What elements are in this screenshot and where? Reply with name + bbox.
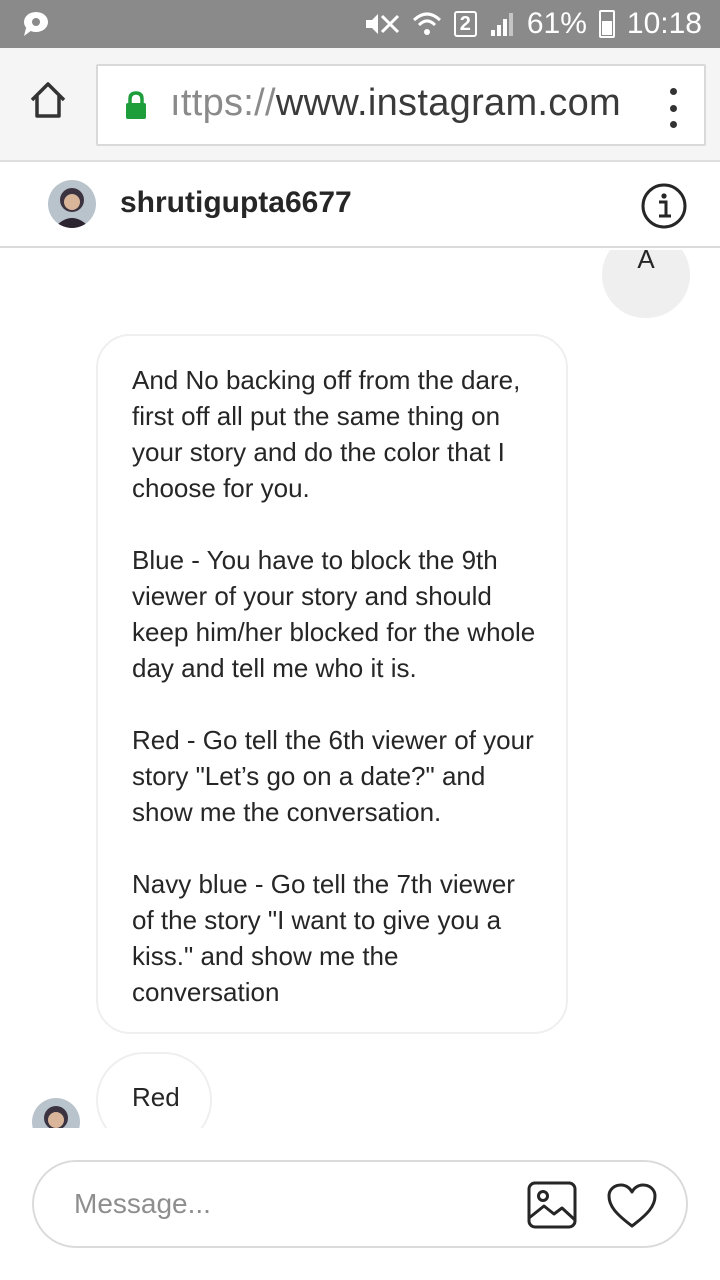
address-bar[interactable]: ıttps://www.instagram.com: [96, 64, 706, 146]
battery-icon: [598, 10, 615, 38]
message-composer: [32, 1160, 688, 1248]
wifi-icon: [412, 10, 442, 38]
avatar[interactable]: [32, 1098, 80, 1128]
chat-username[interactable]: shrutigupta6677: [120, 186, 352, 220]
chat-header: shrutigupta6677: [0, 162, 720, 248]
notification-icon: [22, 10, 52, 38]
clock: 10:18: [626, 7, 702, 40]
avatar[interactable]: [48, 180, 96, 228]
status-bar: 2 61% 10:18: [0, 0, 720, 48]
heart-icon[interactable]: [606, 1182, 658, 1230]
message-paragraph: Blue - You have to block the 9th viewer …: [132, 545, 536, 683]
message-paragraph: Navy blue - Go tell the 7th viewer of th…: [132, 869, 515, 1007]
info-icon[interactable]: [640, 182, 688, 230]
message-paragraph: And No backing off from the dare, first …: [132, 365, 521, 503]
lock-icon: [124, 91, 148, 121]
reply-message-text: Red: [132, 1082, 180, 1112]
message-input[interactable]: [74, 1182, 494, 1226]
received-message-bubble[interactable]: And No backing off from the dare, first …: [96, 334, 568, 1034]
reply-message-bubble[interactable]: Red: [96, 1052, 212, 1128]
kebab-menu-icon[interactable]: [668, 88, 678, 128]
gallery-icon[interactable]: [526, 1180, 578, 1230]
signal-icon: [489, 10, 515, 38]
message-thread[interactable]: A And No backing off from the dare, firs…: [0, 250, 720, 1128]
message-paragraph: Red - Go tell the 6th viewer of your sto…: [132, 725, 534, 827]
browser-toolbar: ıttps://www.instagram.com: [0, 48, 720, 162]
sim-slot-badge: 2: [453, 11, 477, 37]
sent-message-bubble[interactable]: A: [602, 250, 690, 318]
mute-icon: [364, 10, 400, 38]
sent-message-text: A: [637, 250, 655, 274]
battery-percent: 61%: [526, 7, 587, 40]
home-icon[interactable]: [26, 78, 70, 122]
url-text: ıttps://www.instagram.com: [170, 82, 621, 124]
